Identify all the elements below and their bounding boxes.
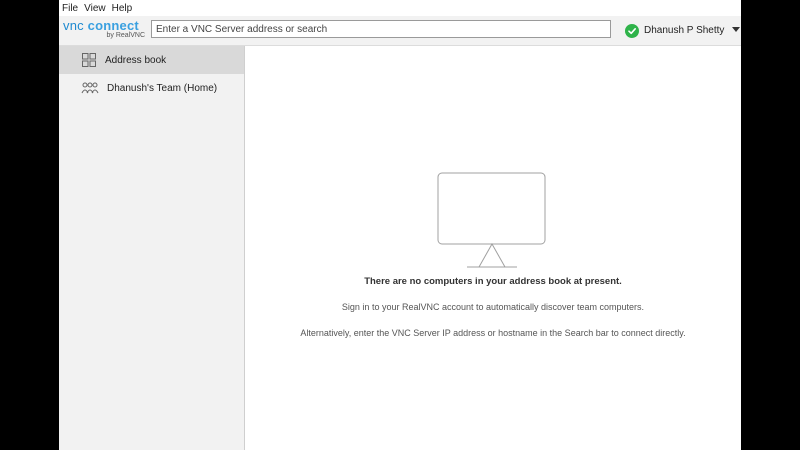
menu-view[interactable]: View bbox=[81, 3, 109, 14]
team-icon bbox=[81, 80, 99, 96]
toolbar: vnc connect by RealVNC Dhanush P Shetty bbox=[59, 16, 741, 46]
sidebar-item-address-book[interactable]: Address book bbox=[59, 46, 244, 74]
menu-bar: File View Help bbox=[59, 0, 741, 16]
menu-file[interactable]: File bbox=[59, 3, 81, 14]
search-input[interactable] bbox=[151, 20, 611, 38]
empty-state-hint-signin: Sign in to your RealVNC account to autom… bbox=[341, 302, 645, 312]
empty-state-hint-search: Alternatively, enter the VNC Server IP a… bbox=[300, 328, 686, 338]
user-name: Dhanush P Shetty bbox=[644, 25, 725, 36]
address-book-pane: There are no computers in your address b… bbox=[245, 46, 741, 450]
sidebar-item-label: Dhanush's Team (Home) bbox=[107, 82, 218, 94]
sidebar: Address book Dhanush's Team (Home) bbox=[59, 46, 245, 450]
sidebar-item-team[interactable]: Dhanush's Team (Home) bbox=[59, 74, 244, 102]
monitor-icon bbox=[437, 172, 546, 268]
vnc-connect-logo: vnc connect by RealVNC bbox=[63, 18, 145, 44]
chevron-down-icon[interactable] bbox=[732, 25, 741, 36]
signed-in-check-icon bbox=[625, 23, 639, 38]
menu-help[interactable]: Help bbox=[109, 3, 136, 14]
logo-text: vnc connect bbox=[63, 18, 139, 33]
vnc-viewer-window: File View Help vnc connect by RealVNC Dh… bbox=[59, 0, 741, 450]
sidebar-item-label: Address book bbox=[105, 54, 167, 66]
empty-state-title: There are no computers in your address b… bbox=[364, 276, 622, 287]
account-menu[interactable]: Dhanush P Shetty bbox=[625, 22, 741, 39]
logo-subtitle: by RealVNC bbox=[106, 32, 145, 39]
grid-icon bbox=[81, 52, 97, 68]
